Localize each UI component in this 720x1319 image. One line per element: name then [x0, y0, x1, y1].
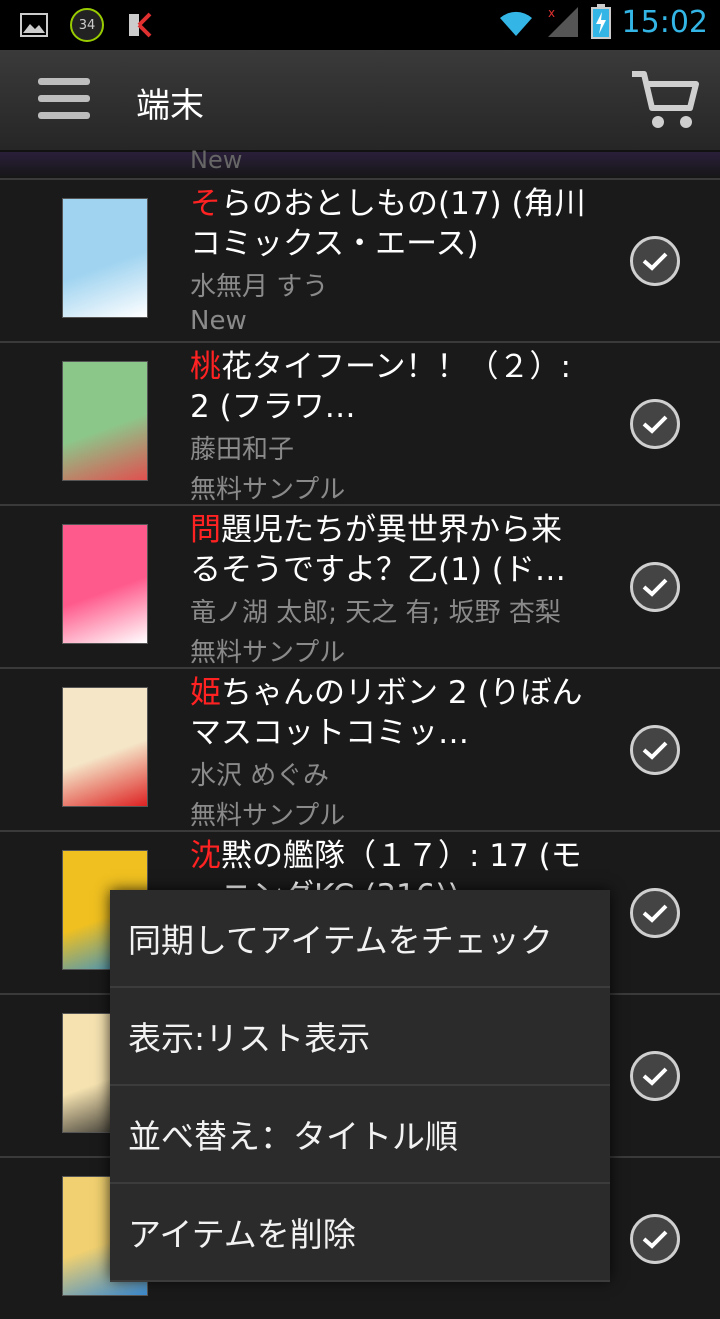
book-author: 水無月 すう	[190, 272, 329, 302]
book-status: 無料サンプル	[190, 638, 346, 668]
book-author: 水沢 めぐみ	[190, 761, 330, 791]
title-rest: らのおとしもの(17) (角川コミックス・エース)	[190, 186, 586, 262]
title-first-char: 沈	[190, 838, 221, 874]
book-cover	[62, 198, 148, 318]
downloaded-check-icon[interactable]	[630, 1214, 680, 1264]
app-notification-icon	[129, 12, 152, 38]
book-cover	[62, 361, 148, 481]
downloaded-check-icon[interactable]	[630, 562, 680, 612]
battery-icon	[590, 4, 611, 39]
page-title: 端末	[136, 86, 204, 126]
cart-icon[interactable]	[630, 68, 700, 132]
book-list-item[interactable]: 桃花タイフーン！！（２）: 2 (フラワ… 藤田和子無料サンプル	[0, 341, 720, 505]
title-rest: 花タイフーン！！（２）: 2 (フラワ…	[190, 349, 571, 425]
status-bar: 34 x 15:02	[0, 0, 720, 50]
book-cover	[62, 687, 148, 807]
action-bar: 端末	[0, 50, 720, 152]
svg-text:x: x	[548, 6, 555, 20]
book-list-item[interactable]: そらのおとしもの(17) (角川コミックス・エース) 水無月 すう New	[0, 178, 720, 341]
book-list-item[interactable]: 姫ちゃんのリボン 2 (りぼんマスコットコミッ… 水沢 めぐみ 無料サンプル	[0, 667, 720, 831]
downloaded-check-icon[interactable]	[630, 888, 680, 938]
overflow-menu: 同期してアイテムをチェック 表示:リスト表示 並べ替え：タイトル順 アイテムを削除	[110, 890, 610, 1282]
image-notification-icon	[20, 13, 48, 37]
book-status: New	[190, 306, 247, 336]
book-author: 竜ノ湖 太郎; 天之 有; 坂野 杏梨	[190, 598, 561, 628]
title-first-char: そ	[190, 186, 221, 222]
downloaded-check-icon[interactable]	[630, 1051, 680, 1101]
book-title: そらのおとしもの(17) (角川コミックス・エース)	[190, 184, 590, 264]
signal-icon: x	[547, 6, 578, 37]
downloaded-check-icon[interactable]	[630, 399, 680, 449]
book-author: 藤田和子	[190, 435, 295, 465]
previous-item-status: New	[190, 146, 243, 174]
title-rest: 題児たちが異世界から来るそうですよ？乙(1) (ド…	[190, 512, 566, 588]
title-first-char: 姫	[190, 675, 221, 711]
overflow-menu-item[interactable]: 同期してアイテムをチェック	[110, 890, 610, 988]
list-top-shadow	[0, 152, 720, 178]
wifi-icon	[499, 11, 532, 37]
book-status: 無料サンプル	[190, 801, 346, 831]
overflow-menu-item[interactable]: 並べ替え：タイトル順	[110, 1086, 610, 1184]
overflow-menu-item[interactable]: アイテムを削除	[110, 1184, 610, 1282]
book-status: 無料サンプル	[190, 475, 346, 505]
clock: 15:02	[621, 4, 708, 40]
title-first-char: 問	[190, 512, 221, 548]
downloaded-check-icon[interactable]	[630, 725, 680, 775]
book-title: 姫ちゃんのリボン 2 (りぼんマスコットコミッ…	[190, 673, 590, 753]
title-rest: ちゃんのリボン 2 (りぼんマスコットコミッ…	[190, 675, 583, 751]
menu-icon[interactable]	[38, 78, 90, 124]
book-title: 問題児たちが異世界から来るそうですよ？乙(1) (ド…	[190, 510, 590, 590]
book-title: 桃花タイフーン！！（２）: 2 (フラワ…	[190, 347, 590, 427]
battery-badge: 34	[70, 8, 104, 42]
overflow-menu-item[interactable]: 表示:リスト表示	[110, 988, 610, 1086]
title-first-char: 桃	[190, 349, 221, 385]
book-list-item[interactable]: 問題児たちが異世界から来るそうですよ？乙(1) (ド… 竜ノ湖 太郎; 天之 有;…	[0, 504, 720, 668]
downloaded-check-icon[interactable]	[630, 236, 680, 286]
book-cover	[62, 524, 148, 644]
